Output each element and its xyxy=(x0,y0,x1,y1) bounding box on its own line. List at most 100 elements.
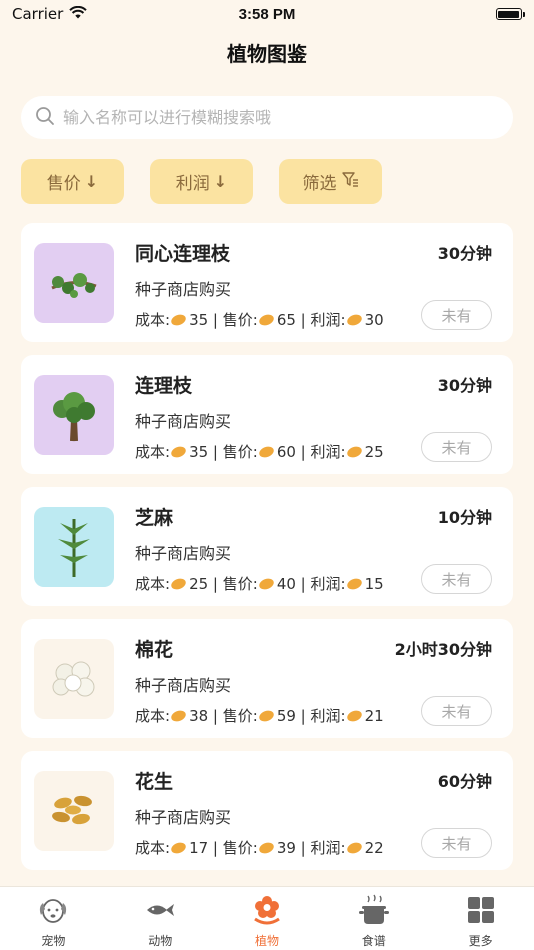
profit-label: 利润: xyxy=(310,575,346,593)
carrier-label: Carrier xyxy=(12,5,64,23)
grow-duration: 10分钟 xyxy=(437,508,492,527)
cost-value: 25 xyxy=(189,574,209,593)
plant-card[interactable]: 花生 60分钟 种子商店购买 成本: 17 | 售价: 39 | 利润: 22 未有 xyxy=(21,751,513,870)
plant-thumbnail xyxy=(34,243,114,323)
cost-value: 35 xyxy=(189,310,209,329)
price-label: 售价: xyxy=(222,311,258,329)
plant-name: 连理枝 xyxy=(135,375,193,397)
profit-value: 30 xyxy=(364,310,384,329)
plant-stats: 成本: 35 | 售价: 60 | 利润: 25 xyxy=(135,442,384,462)
tab-bar: 宠物 动物 植物 食谱 更多 xyxy=(0,886,534,950)
coin-icon xyxy=(257,840,276,855)
tree-icon xyxy=(53,392,95,442)
filter-label: 售价 xyxy=(46,174,81,194)
sort-down-icon: ↓ xyxy=(84,172,99,191)
plant-card[interactable]: 同心连理枝 30分钟 种子商店购买 成本: 35 | 售价: 65 | 利润: 30 … xyxy=(21,223,513,342)
sort-by-profit-button[interactable]: 利润 ↓ xyxy=(150,159,253,204)
price-value: 60 xyxy=(276,442,296,461)
coin-icon xyxy=(345,312,363,327)
profit-label: 利润: xyxy=(310,311,346,329)
tab-more[interactable]: 更多 xyxy=(427,887,534,950)
coin-icon xyxy=(345,840,363,855)
tab-label: 动物 xyxy=(148,934,173,948)
coin-icon xyxy=(169,708,188,723)
page-title: 植物图鉴 xyxy=(227,42,307,66)
tab-recipes[interactable]: 食谱 xyxy=(320,887,427,950)
price-label: 售价: xyxy=(222,707,258,725)
coin-icon xyxy=(257,708,276,723)
tab-animals[interactable]: 动物 xyxy=(107,887,214,950)
price-value: 65 xyxy=(276,310,296,329)
plant-source: 种子商店购买 xyxy=(135,676,232,695)
grow-duration: 30分钟 xyxy=(437,244,492,263)
cost-label: 成本: xyxy=(135,575,171,593)
tab-label: 植物 xyxy=(254,934,279,948)
owned-status-button[interactable]: 未有 xyxy=(421,696,492,726)
plant-name: 芝麻 xyxy=(135,507,174,529)
plant-card[interactable]: 芝麻 10分钟 种子商店购买 成本: 25 | 售价: 40 | 利润: 15 未有 xyxy=(21,487,513,606)
owned-status-button[interactable]: 未有 xyxy=(421,432,492,462)
funnel-icon xyxy=(341,170,359,193)
sort-down-icon: ↓ xyxy=(213,172,228,191)
grid-icon xyxy=(464,893,498,927)
plant-source: 种子商店购买 xyxy=(135,544,232,563)
cost-label: 成本: xyxy=(135,311,171,329)
price-label: 售价: xyxy=(222,839,258,857)
price-value: 40 xyxy=(276,574,296,593)
plant-thumbnail xyxy=(34,375,114,455)
plant-stats: 成本: 25 | 售价: 40 | 利润: 15 xyxy=(135,574,384,594)
plant-thumbnail xyxy=(34,771,114,851)
coin-icon xyxy=(257,444,276,459)
owned-status-button[interactable]: 未有 xyxy=(421,300,492,330)
profit-label: 利润: xyxy=(310,707,346,725)
plant-stats: 成本: 35 | 售价: 65 | 利润: 30 xyxy=(135,310,384,330)
plant-name: 棉花 xyxy=(135,639,174,661)
battery-icon xyxy=(495,8,525,20)
profit-label: 利润: xyxy=(310,443,346,461)
owned-status-button[interactable]: 未有 xyxy=(421,828,492,858)
cost-value: 35 xyxy=(189,442,209,461)
wifi-icon xyxy=(69,5,88,23)
filter-button[interactable]: 筛选 xyxy=(279,159,382,204)
tab-label: 宠物 xyxy=(41,934,66,948)
plant-card[interactable]: 连理枝 30分钟 种子商店购买 成本: 35 | 售价: 60 | 利润: 25 未有 xyxy=(21,355,513,474)
search-input[interactable] xyxy=(63,108,503,127)
plant-name: 花生 xyxy=(135,771,174,793)
coin-icon xyxy=(169,312,188,327)
tab-plants[interactable]: 植物 xyxy=(214,887,321,950)
coin-icon xyxy=(257,312,276,327)
pot-icon xyxy=(357,893,391,927)
search-bar[interactable] xyxy=(21,96,513,139)
profit-value: 25 xyxy=(364,442,384,461)
plant-stats: 成本: 38 | 售价: 59 | 利润: 21 xyxy=(135,706,384,726)
plant-source: 种子商店购买 xyxy=(135,412,232,431)
tab-label: 食谱 xyxy=(361,934,386,948)
coin-icon xyxy=(169,444,188,459)
coin-icon xyxy=(345,708,363,723)
search-icon xyxy=(35,106,55,130)
profit-value: 22 xyxy=(364,838,384,857)
cost-value: 38 xyxy=(189,706,209,725)
coin-icon xyxy=(169,576,188,591)
sort-by-price-button[interactable]: 售价 ↓ xyxy=(21,159,124,204)
sesame-plant-icon xyxy=(58,519,90,577)
cost-label: 成本: xyxy=(135,443,171,461)
status-bar: Carrier 3:58 PM xyxy=(0,0,534,28)
plant-source: 种子商店购买 xyxy=(135,808,232,827)
cost-label: 成本: xyxy=(135,707,171,725)
peanut-icon xyxy=(52,795,92,825)
plant-card[interactable]: 棉花 2小时30分钟 种子商店购买 成本: 38 | 售价: 59 | 利润: 21 … xyxy=(21,619,513,738)
fish-icon xyxy=(143,893,177,927)
tab-pets[interactable]: 宠物 xyxy=(0,887,107,950)
grow-duration: 2小时30分钟 xyxy=(394,640,492,659)
grow-duration: 30分钟 xyxy=(437,376,492,395)
coin-icon xyxy=(169,840,188,855)
coin-icon xyxy=(257,576,276,591)
profit-label: 利润: xyxy=(310,839,346,857)
price-label: 售价: xyxy=(222,575,258,593)
grow-duration: 60分钟 xyxy=(437,772,492,791)
filter-label: 利润 xyxy=(175,174,210,194)
filter-label: 筛选 xyxy=(302,174,337,194)
owned-status-button[interactable]: 未有 xyxy=(421,564,492,594)
plant-thumbnail xyxy=(34,507,114,587)
